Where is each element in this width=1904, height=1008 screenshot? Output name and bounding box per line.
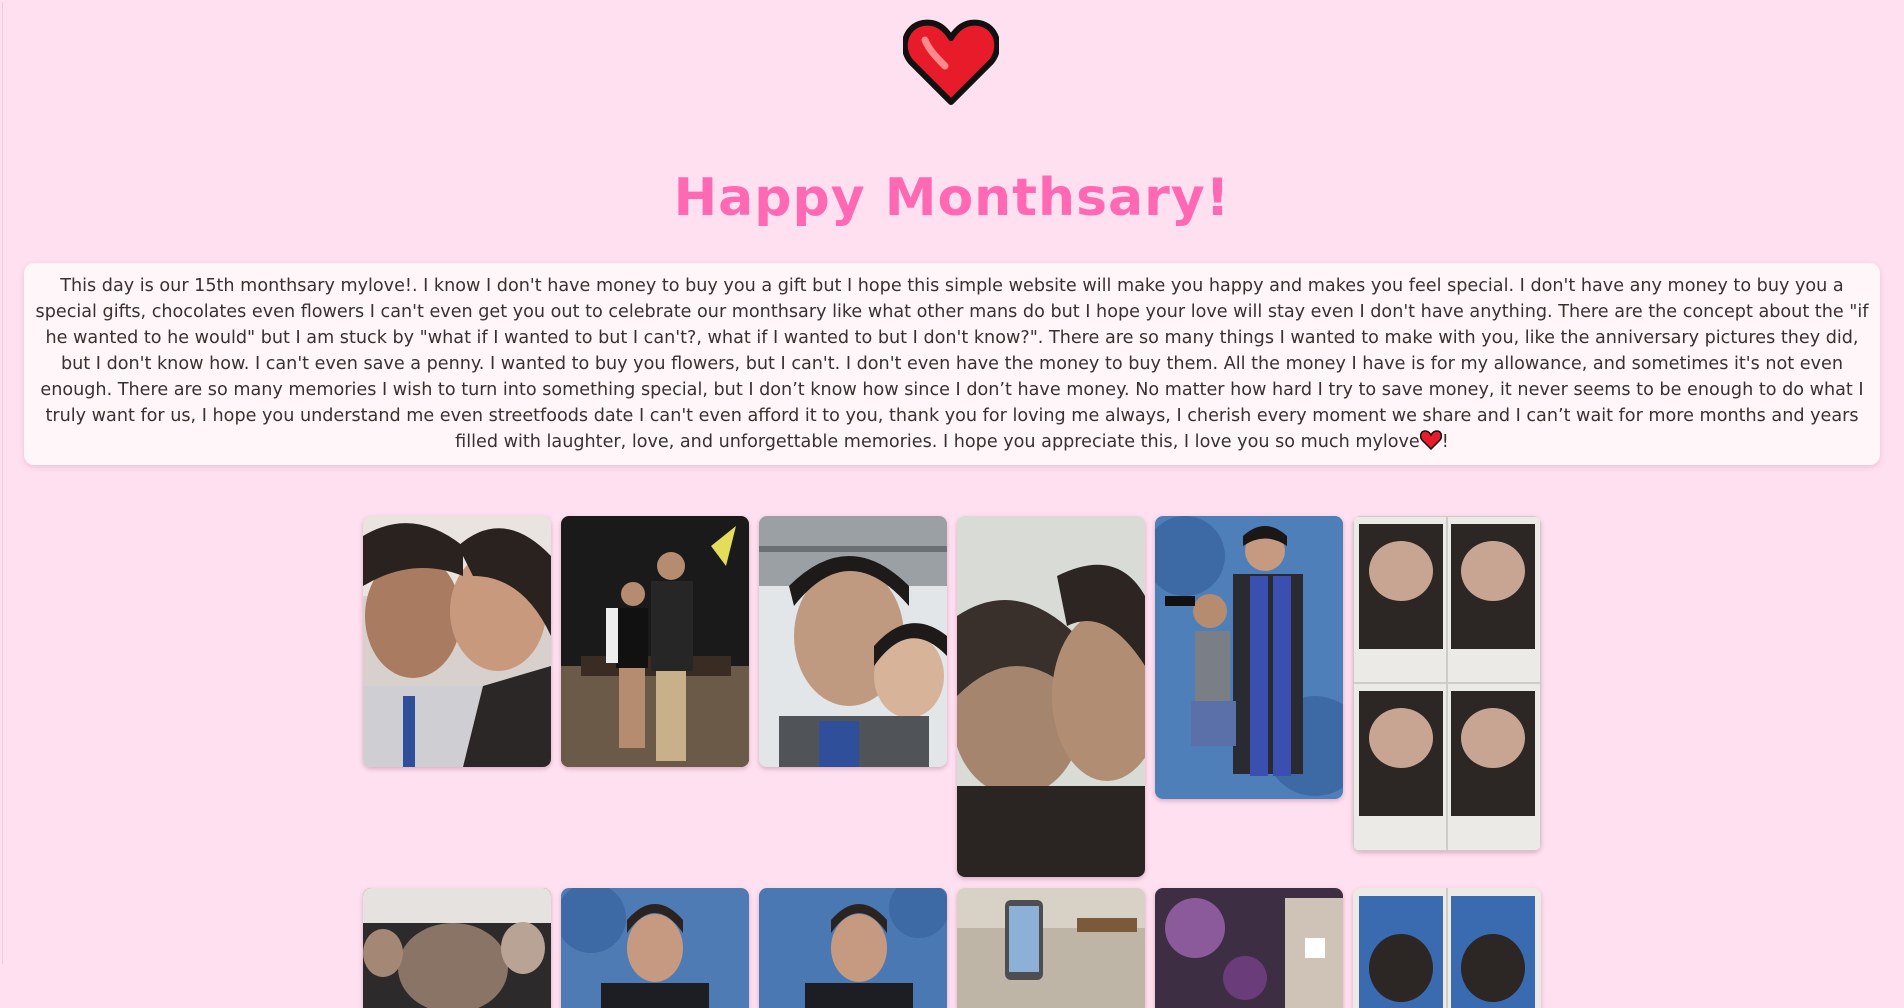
page-title: Happy Monthsary! <box>673 168 1231 228</box>
love-letter: This day is our 15th monthsary mylove!. … <box>24 263 1880 465</box>
couple-selfie-photo[interactable] <box>363 516 551 767</box>
letter-ending: ! <box>1441 432 1449 452</box>
purple-light-photo[interactable] <box>1155 888 1343 1008</box>
close-selfie-photo[interactable] <box>957 516 1145 877</box>
photo-gallery <box>363 516 1545 1008</box>
bus-selfie-photo[interactable] <box>759 516 947 767</box>
portrait-blue-photo-1[interactable] <box>561 888 749 1008</box>
portrait-blue-photo-2[interactable] <box>759 888 947 1008</box>
photobooth-strip-photo[interactable] <box>1353 516 1541 851</box>
letter-body: This day is our 15th monthsary mylove!. … <box>35 276 1869 452</box>
red-heart-icon <box>901 18 1001 108</box>
graduation-photo[interactable] <box>1155 516 1343 799</box>
crowd-photo[interactable] <box>363 888 551 1008</box>
couple-night-photo[interactable] <box>561 516 749 767</box>
phone-photo[interactable] <box>957 888 1145 1008</box>
red-heart-icon <box>1419 430 1442 451</box>
photobooth-strip-photo-2[interactable] <box>1353 888 1541 1008</box>
